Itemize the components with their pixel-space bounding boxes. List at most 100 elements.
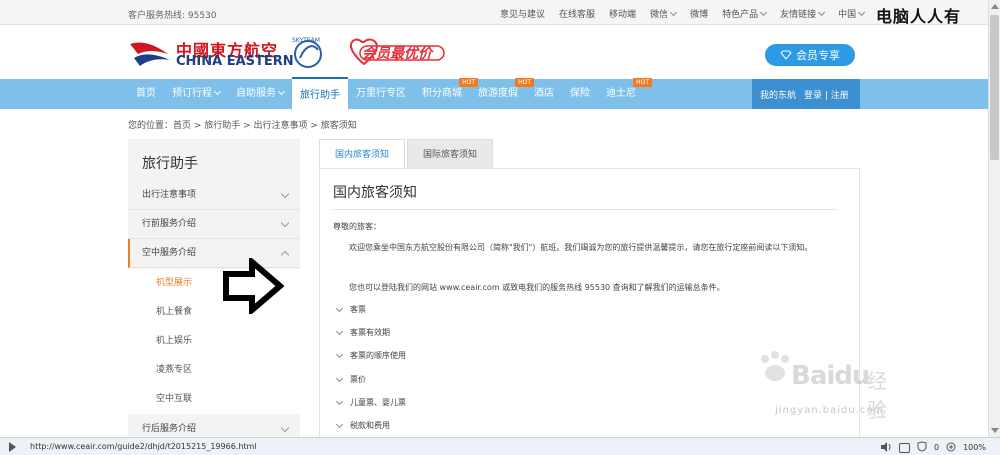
sidebar-subitem-label: 机上娱乐: [156, 336, 193, 346]
nav-label: 旅行助手: [300, 90, 340, 101]
chevron-down-icon: [818, 8, 826, 17]
section-ticket-validity[interactable]: 客票有效期: [335, 326, 390, 340]
link-label: 友情链接: [780, 10, 817, 20]
link-region[interactable]: 中国: [838, 7, 866, 20]
section-label: 儿童票、婴儿票: [350, 398, 406, 407]
link-label: 特色产品: [722, 10, 759, 20]
tab-international[interactable]: 国际旅客须知: [407, 139, 494, 169]
play-icon[interactable]: [9, 442, 16, 452]
paw-icon: [761, 351, 789, 381]
greeting: 尊敬的旅客：: [333, 222, 381, 231]
scroll-thumb[interactable]: [990, 15, 999, 160]
hot-badge: HOT: [633, 78, 652, 87]
section-label: 票价: [350, 375, 366, 384]
link-friendly-links[interactable]: 友情链接: [780, 7, 826, 20]
nav-item-points-mall[interactable]: 积分商城 HOT: [414, 78, 478, 109]
status-bar: http://www.ceair.com/guide2/dhjd/t201521…: [0, 437, 1000, 455]
divider: [333, 209, 837, 210]
link-wechat[interactable]: 微信: [650, 7, 678, 20]
chevron-down-icon: [760, 8, 768, 17]
chevron-down-icon: [335, 397, 344, 405]
hotline: 客户服务热线: 95530: [128, 8, 217, 21]
link-label: 意见与建议: [500, 10, 546, 20]
zoom-icon[interactable]: [946, 442, 956, 454]
diamond-icon: [780, 50, 792, 60]
sidebar-title: 旅行助手: [142, 156, 198, 172]
nav-label: 预订行程: [172, 88, 212, 99]
chevron-down-icon: [213, 87, 222, 96]
chevron-down-icon: [335, 304, 344, 312]
sidebar-subitem-label: 机上餐食: [156, 307, 193, 317]
sidebar-item-travel-notes[interactable]: 出行注意事项: [128, 181, 300, 210]
contact-paragraph: 您也可以登陆我们的网站 www.ceair.com 或致电我们的服务热线 955…: [349, 283, 725, 292]
right-arrow-icon: [223, 258, 284, 314]
scroll-up-arrow-icon[interactable]: [991, 4, 999, 9]
section-label: 客票: [350, 305, 366, 314]
nav-item-travel-assistant[interactable]: 旅行助手: [292, 77, 348, 109]
sidebar-item-label: 行后服务介绍: [142, 424, 197, 434]
chevron-down-icon: [280, 218, 290, 228]
sidebar-subitem-label: 机型展示: [156, 278, 193, 288]
section-label: 客票有效期: [350, 328, 390, 337]
section-fare[interactable]: 票价: [335, 373, 366, 387]
zoom-level[interactable]: 100%: [963, 443, 986, 452]
status-icons: 0 100%: [880, 441, 986, 454]
sidebar-subitem-label: 空中互联: [156, 394, 193, 404]
section-child-infant[interactable]: 儿童票、婴儿票: [335, 396, 406, 410]
link-special-products[interactable]: 特色产品: [722, 7, 768, 20]
nav-item-vacation[interactable]: 旅游度假 HOT: [470, 78, 534, 109]
nav-item-insurance[interactable]: 保险: [562, 79, 598, 109]
sidebar-subitem-entertainment[interactable]: 机上娱乐: [128, 327, 300, 356]
swallow-logo-icon: [130, 42, 170, 66]
sidebar-subitem-label: 凌燕专区: [156, 365, 193, 375]
vertical-scrollbar[interactable]: [988, 0, 1000, 437]
nav-item-home[interactable]: 首页: [128, 79, 164, 109]
chevron-down-icon: [335, 350, 344, 358]
nav-item-self-service[interactable]: 自助服务: [228, 79, 292, 109]
login-register-link[interactable]: 登录 | 注册: [804, 88, 849, 101]
tab-domestic[interactable]: 国内旅客须知: [319, 139, 406, 169]
link-weibo[interactable]: 微博: [690, 7, 708, 20]
promo-text: 会员最优价: [362, 46, 432, 62]
section-taxes-fees[interactable]: 税款和费用: [335, 419, 390, 433]
status-counter: 0: [934, 443, 940, 452]
link-online-service[interactable]: 在线客服: [559, 7, 595, 20]
link-mobile[interactable]: 移动端: [609, 7, 636, 20]
nav-item-wanlixing[interactable]: 万里行专区: [348, 79, 414, 109]
my-account-link[interactable]: 我的东航: [760, 88, 796, 101]
link-label: 移动端: [609, 10, 637, 20]
tab-label: 国际旅客须知: [423, 150, 478, 160]
briefcase-icon[interactable]: [899, 442, 910, 453]
account-area: 我的东航 登录 | 注册: [752, 79, 860, 109]
link-feedback[interactable]: 意见与建议: [500, 7, 545, 20]
skyteam-text: SKYTEAM: [292, 37, 320, 44]
notice-tabs: 国内旅客须知 国际旅客须知: [319, 139, 495, 169]
nav-item-booking[interactable]: 预订行程: [164, 79, 228, 109]
shield-icon[interactable]: [917, 441, 927, 454]
scroll-down-arrow-icon[interactable]: [991, 428, 999, 433]
section-label: 客票的顺序使用: [350, 351, 406, 360]
speaker-icon[interactable]: [880, 441, 892, 454]
nav-item-hotel[interactable]: 酒店: [526, 79, 562, 109]
status-url: http://www.ceair.com/guide2/dhjd/t201521…: [30, 442, 257, 451]
section-coupon-sequence[interactable]: 客票的顺序使用: [335, 349, 406, 363]
china-eastern-logo[interactable]: 中國東方航空 CHINA EASTERN: [128, 36, 300, 72]
chevron-down-icon: [280, 189, 290, 199]
chevron-down-icon: [277, 87, 286, 96]
logo-english-name: CHINA EASTERN: [176, 54, 294, 69]
sidebar-subitem-wifi[interactable]: 空中互联: [128, 385, 300, 414]
nav-item-disney[interactable]: 迪士尼 HOT: [598, 78, 652, 109]
watermark-url: jingyan.baidu.com: [775, 405, 885, 416]
member-exclusive-button[interactable]: 会员专享: [765, 44, 855, 66]
tab-label: 国内旅客须知: [335, 150, 390, 160]
link-label: 中国: [838, 10, 857, 20]
member-best-price-banner[interactable]: 会员最优价: [348, 36, 448, 68]
sidebar-subitem-lingyan[interactable]: 凌燕专区: [128, 356, 300, 385]
section-ticket[interactable]: 客票: [335, 303, 366, 317]
chevron-down-icon: [858, 8, 866, 17]
chevron-down-icon: [335, 420, 344, 428]
nav-label: 万里行专区: [356, 88, 406, 99]
skyteam-icon: SKYTEAM: [292, 37, 322, 68]
sidebar-item-preflight-services[interactable]: 行前服务介绍: [128, 210, 300, 239]
nav-label: 旅游度假: [478, 88, 518, 99]
